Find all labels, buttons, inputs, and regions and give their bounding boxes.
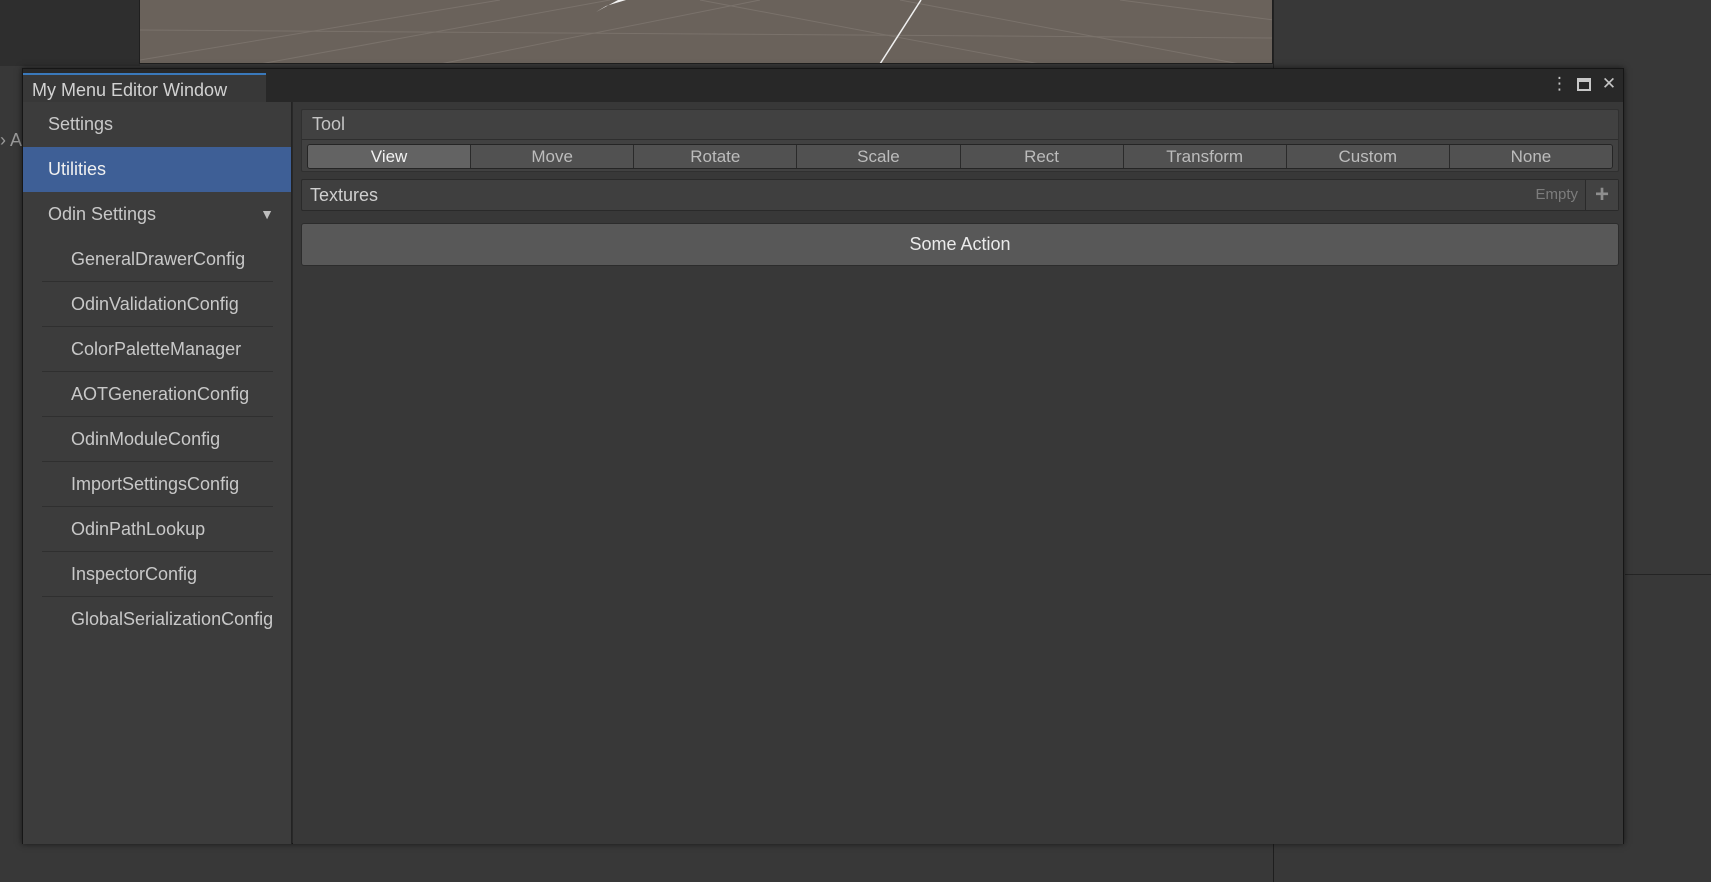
add-item-icon[interactable]: + xyxy=(1585,180,1618,210)
menu-subitem-label: GlobalSerializationConfig xyxy=(71,609,274,629)
menu-item-label: Odin Settings xyxy=(48,204,157,224)
window-controls: ⋮ ✕ xyxy=(1551,75,1617,93)
menu-subitem[interactable]: OdinModuleConfig xyxy=(23,417,291,462)
tool-button-transform[interactable]: Transform xyxy=(1123,145,1287,168)
menu-subitem-label: GeneralDrawerConfig xyxy=(71,249,246,269)
tool-button-rect[interactable]: Rect xyxy=(960,145,1124,168)
menu-subitem-label: ColorPaletteManager xyxy=(71,339,242,359)
expand-triangle-icon[interactable]: ▼ xyxy=(260,192,274,237)
menu-subitem[interactable]: GeneralDrawerConfig xyxy=(23,237,291,282)
menu-subitem[interactable]: GlobalSerializationConfig xyxy=(23,597,291,642)
menu-subitem[interactable]: ColorPaletteManager xyxy=(23,327,291,372)
menu-subitem-label: ImportSettingsConfig xyxy=(71,474,240,494)
my-menu-editor-window: My Menu Editor Window ⋮ ✕ Settings Utili… xyxy=(22,68,1624,844)
background-divider-bottom xyxy=(1273,845,1274,882)
background-left-panel xyxy=(0,0,140,66)
menu-subitem[interactable]: AOTGenerationConfig xyxy=(23,372,291,417)
tool-button-move[interactable]: Move xyxy=(471,145,635,168)
menu-subitem-label: InspectorConfig xyxy=(71,564,198,584)
menu-subitem[interactable]: OdinPathLookup xyxy=(23,507,291,552)
maximize-icon[interactable] xyxy=(1577,77,1591,91)
menu-subitem-label: OdinValidationConfig xyxy=(71,294,239,314)
tool-button-view[interactable]: View xyxy=(308,145,472,168)
window-title-bar[interactable]: My Menu Editor Window ⋮ ✕ xyxy=(23,69,1623,102)
background-divider xyxy=(1625,574,1711,575)
inspector-content: Tool View Move Rotate Scale Rect Transfo… xyxy=(293,102,1623,844)
menu-item-label: Utilities xyxy=(48,159,107,179)
separator xyxy=(302,139,1618,140)
textures-list-field[interactable]: Textures Empty + xyxy=(301,179,1619,211)
tool-group-box: Tool View Move Rotate Scale Rect Transfo… xyxy=(301,109,1619,172)
background-partial-text: A xyxy=(10,130,23,150)
menu-item-utilities[interactable]: Utilities xyxy=(23,147,291,192)
menu-item-label: Settings xyxy=(48,114,114,134)
menu-tree-sidebar: Settings Utilities Odin Settings ▼ Gener… xyxy=(23,102,292,844)
tool-button-rotate[interactable]: Rotate xyxy=(634,145,798,168)
scene-grid xyxy=(140,0,1272,63)
tool-button-scale[interactable]: Scale xyxy=(797,145,961,168)
some-action-button[interactable]: Some Action xyxy=(301,223,1619,266)
menu-subitem[interactable]: ImportSettingsConfig xyxy=(23,462,291,507)
menu-subitem[interactable]: InspectorConfig xyxy=(23,552,291,597)
menu-subitem-label: OdinPathLookup xyxy=(71,519,206,539)
empty-indicator: Empty xyxy=(1535,186,1578,203)
close-icon[interactable]: ✕ xyxy=(1601,75,1617,93)
textures-label: Textures xyxy=(310,185,379,205)
menu-subitem-label: OdinModuleConfig xyxy=(71,429,221,449)
tool-group-title: Tool xyxy=(312,114,346,134)
scene-view[interactable] xyxy=(139,0,1273,64)
menu-subitem-label: AOTGenerationConfig xyxy=(71,384,250,404)
window-tab[interactable]: My Menu Editor Window xyxy=(23,73,266,102)
menu-subitem[interactable]: OdinValidationConfig xyxy=(23,282,291,327)
menu-item-odin-settings[interactable]: Odin Settings ▼ xyxy=(23,192,291,237)
background-partial-label: › A xyxy=(0,130,23,150)
tool-button-custom[interactable]: Custom xyxy=(1286,145,1450,168)
tool-button-none[interactable]: None xyxy=(1449,145,1612,168)
menu-item-settings[interactable]: Settings xyxy=(23,102,291,147)
more-options-icon[interactable]: ⋮ xyxy=(1551,75,1568,93)
window-body: Settings Utilities Odin Settings ▼ Gener… xyxy=(23,102,1623,844)
tool-toggle-toolbar: View Move Rotate Scale Rect Transform Cu… xyxy=(307,144,1613,169)
